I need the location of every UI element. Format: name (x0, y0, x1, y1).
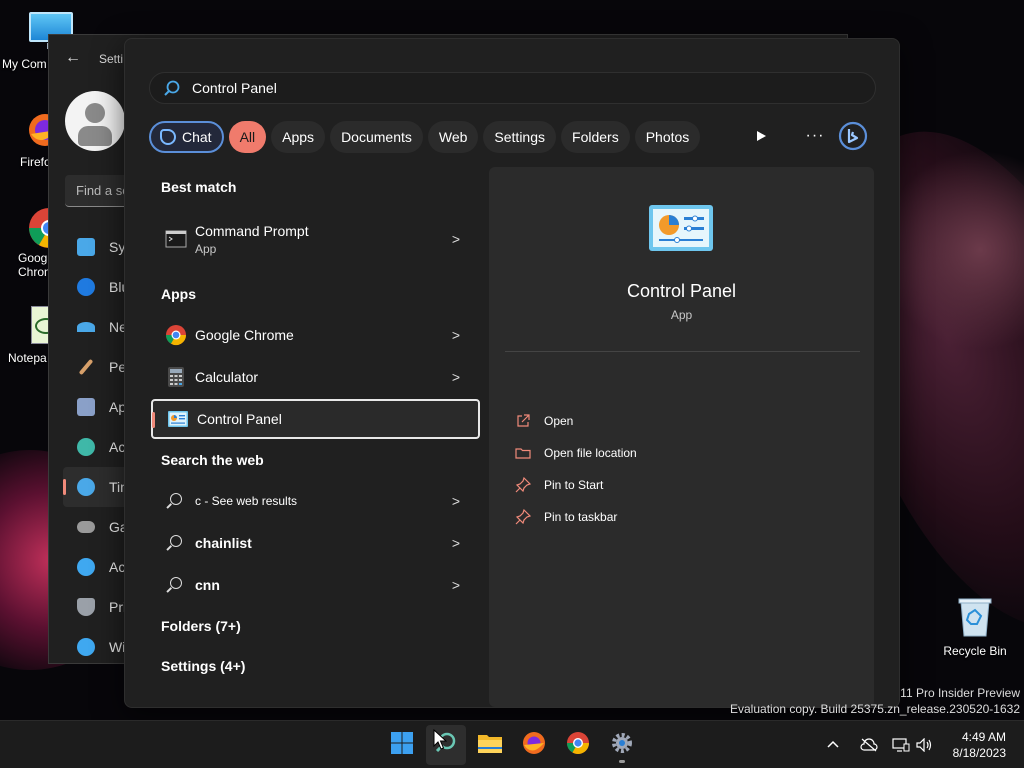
network-icon[interactable] (892, 721, 910, 768)
app-result-control-panel[interactable]: Control Panel (151, 399, 480, 439)
search-panel: Chat All Apps Documents Web Settings Fol… (124, 38, 900, 708)
chevron-right-icon[interactable]: > (446, 577, 466, 593)
folders-header[interactable]: Folders (7+) (161, 618, 241, 634)
action-pin-to-taskbar[interactable]: Pin to taskbar (515, 507, 617, 527)
gaming-icon (77, 521, 95, 533)
back-arrow-icon[interactable]: ← (65, 49, 81, 67)
clock-time: 4:49 AM (961, 730, 1006, 744)
filter-all[interactable]: All (228, 121, 267, 153)
bluetooth-icon (77, 278, 95, 296)
bing-chat-icon (160, 129, 176, 145)
recycle-bin-icon (957, 596, 993, 638)
desktop-icon-recycle-bin[interactable]: Recycle Bin (940, 596, 1010, 658)
search-icon (164, 80, 180, 96)
start-button[interactable] (382, 725, 422, 765)
filter-web[interactable]: Web (427, 121, 479, 153)
filter-chat[interactable]: Chat (149, 121, 224, 153)
taskbar-chrome[interactable] (558, 725, 598, 765)
windows-watermark: 11 Pro Insider Preview Evaluation copy. … (730, 686, 1020, 716)
wifi-icon (77, 322, 95, 332)
avatar[interactable] (65, 91, 125, 151)
preview-pane: Control Panel App Open Open file locatio… (489, 167, 874, 707)
chevron-right-icon[interactable]: > (446, 369, 466, 385)
taskbar-clock[interactable]: 4:49 AM 8/18/2023 (953, 729, 1006, 761)
app-result-google-chrome[interactable]: Google Chrome > (151, 315, 480, 355)
control-panel-icon (167, 408, 189, 430)
filter-bar: Chat All Apps Documents Web Settings Fol… (149, 120, 705, 154)
best-match-command-prompt[interactable]: Command Prompt App > (151, 215, 480, 263)
best-match-header: Best match (161, 179, 237, 195)
clock-date: 8/18/2023 (952, 746, 1006, 760)
chevron-right-icon[interactable]: > (446, 535, 466, 551)
firefox-icon (522, 731, 546, 760)
tray-overflow-icon[interactable] (826, 721, 840, 768)
apps-icon (77, 398, 95, 416)
search-input[interactable] (192, 80, 792, 96)
open-external-icon (515, 413, 531, 429)
chevron-right-icon[interactable]: > (446, 493, 466, 509)
search-icon (165, 574, 187, 596)
cloud-offline-icon[interactable] (860, 721, 878, 768)
chrome-icon (566, 731, 590, 760)
settings-window-title: Setti (99, 52, 124, 66)
gear-icon (610, 731, 634, 760)
web-result-c[interactable]: c - See web results > (151, 481, 480, 521)
chevron-right-icon[interactable]: > (446, 327, 466, 343)
search-icon (165, 490, 187, 512)
filter-photos[interactable]: Photos (634, 121, 701, 153)
system-icon (77, 238, 95, 256)
mouse-cursor-icon (433, 729, 447, 750)
action-open[interactable]: Open (515, 411, 573, 431)
apps-header: Apps (161, 286, 196, 302)
filter-settings[interactable]: Settings (483, 121, 557, 153)
more-options-icon[interactable]: ··· (799, 120, 831, 152)
web-result-chainlist[interactable]: chainlist > (151, 523, 480, 563)
app-result-calculator[interactable]: Calculator > (151, 357, 480, 397)
calculator-icon (165, 366, 187, 388)
volume-icon[interactable] (916, 721, 934, 768)
taskbar: 4:49 AM 8/18/2023 (0, 720, 1024, 768)
windows-logo-icon (390, 731, 414, 760)
more-filters-play-icon[interactable] (745, 120, 777, 152)
filter-apps[interactable]: Apps (271, 121, 326, 153)
folder-icon (515, 445, 531, 461)
brush-icon (78, 358, 94, 376)
chevron-right-icon[interactable]: > (446, 231, 466, 247)
pin-icon (515, 476, 532, 493)
taskbar-firefox[interactable] (514, 725, 554, 765)
shield-icon (77, 598, 95, 616)
settings-header[interactable]: Settings (4+) (161, 658, 245, 674)
search-icon (165, 532, 187, 554)
preview-type: App (670, 308, 693, 322)
pin-icon (515, 508, 532, 525)
action-open-file-location[interactable]: Open file location (515, 443, 637, 463)
time-language-icon (77, 478, 95, 496)
windows-update-icon (77, 638, 95, 656)
search-box[interactable] (149, 72, 876, 104)
accounts-icon (77, 438, 95, 456)
recycle-bin-label: Recycle Bin (943, 644, 1007, 658)
filter-documents[interactable]: Documents (330, 121, 423, 153)
command-prompt-icon (165, 228, 187, 250)
control-panel-icon (649, 205, 713, 255)
search-web-header: Search the web (161, 452, 264, 468)
web-result-cnn[interactable]: cnn > (151, 565, 480, 605)
running-indicator (619, 760, 625, 763)
divider (505, 351, 860, 352)
taskbar-settings[interactable] (602, 725, 642, 765)
folder-icon (477, 732, 503, 759)
desktop-icon-label: Goog Chron (18, 251, 51, 279)
chrome-icon (165, 324, 187, 346)
filter-folders[interactable]: Folders (561, 121, 630, 153)
accessibility-icon (77, 558, 95, 576)
taskbar-file-explorer[interactable] (470, 725, 510, 765)
bing-icon[interactable] (837, 120, 869, 152)
action-pin-to-start[interactable]: Pin to Start (515, 475, 603, 495)
preview-title: Control Panel (626, 281, 737, 301)
